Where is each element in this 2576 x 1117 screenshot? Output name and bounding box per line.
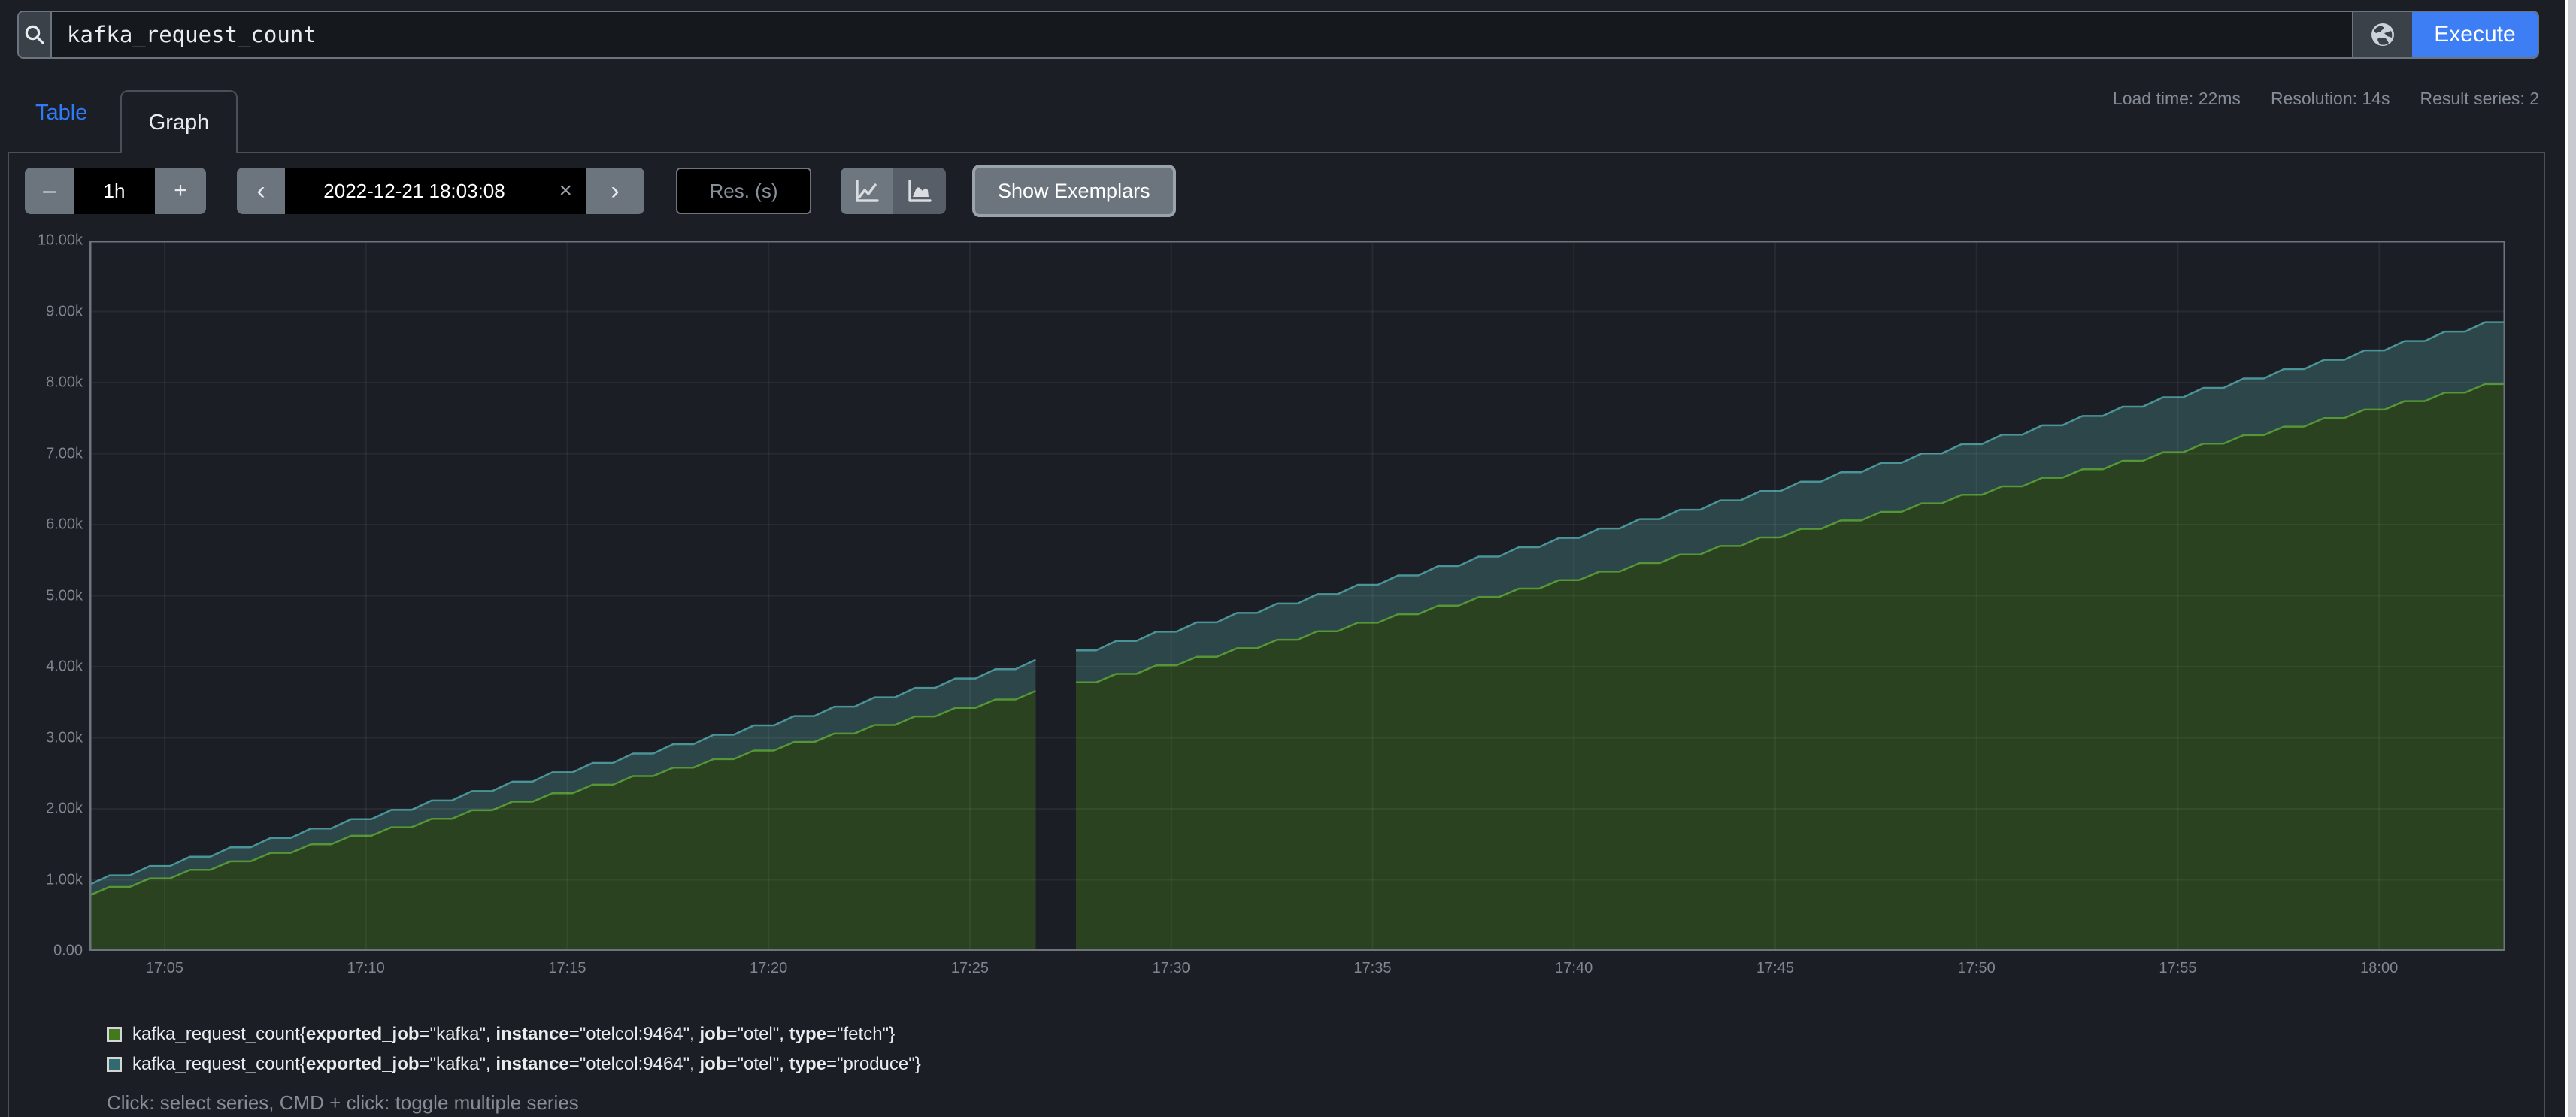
metrics-explorer-button[interactable]	[2352, 12, 2412, 57]
legend-hint: Click: select series, CMD + click: toggl…	[107, 1091, 579, 1115]
search-icon	[19, 12, 52, 57]
show-exemplars-button[interactable]: Show Exemplars	[972, 165, 1176, 217]
y-axis-label: 0.00	[15, 943, 83, 960]
graph-type-toggle	[841, 168, 946, 214]
tab-graph[interactable]: Graph	[120, 90, 238, 153]
x-axis-label: 17:20	[750, 960, 787, 977]
legend-item[interactable]: kafka_request_count{exported_job="kafka"…	[107, 1024, 921, 1045]
y-axis-label: 8.00k	[15, 374, 83, 392]
query-input[interactable]	[52, 12, 2352, 57]
execute-button[interactable]: Execute	[2412, 12, 2538, 57]
resolution: Resolution: 14s	[2271, 89, 2390, 109]
y-axis-label: 10.00k	[15, 232, 83, 250]
x-axis-label: 17:05	[146, 960, 183, 977]
range-input[interactable]	[74, 168, 155, 214]
y-axis-label: 7.00k	[15, 445, 83, 462]
range-decrease-button[interactable]: –	[25, 168, 74, 214]
end-time-control: ‹ × ›	[237, 168, 644, 214]
scrollbar-track[interactable]	[2565, 0, 2576, 1117]
graph-toolbar: – + ‹ × ›	[9, 153, 2544, 236]
stacked-chart-icon	[905, 177, 934, 205]
time-next-button[interactable]: ›	[586, 168, 644, 214]
globe-icon	[2366, 18, 2399, 51]
y-axis-label: 1.00k	[15, 871, 83, 888]
range-increase-button[interactable]: +	[155, 168, 206, 214]
graph-panel: – + ‹ × ›	[8, 152, 2545, 1117]
time-prev-button[interactable]: ‹	[237, 168, 285, 214]
query-stats: Load time: 22ms Resolution: 14s Result s…	[2113, 89, 2539, 109]
legend: kafka_request_count{exported_job="kafka"…	[107, 1024, 921, 1075]
y-axis-label: 3.00k	[15, 729, 83, 746]
legend-swatch-icon	[107, 1027, 122, 1042]
x-axis-label: 17:15	[548, 960, 586, 977]
y-axis-label: 4.00k	[15, 658, 83, 676]
clear-time-icon[interactable]: ×	[559, 180, 572, 202]
result-series: Result series: 2	[2420, 89, 2539, 109]
y-axis-label: 6.00k	[15, 516, 83, 534]
legend-series-label: kafka_request_count{exported_job="kafka"…	[132, 1024, 895, 1045]
range-control: – +	[25, 168, 206, 214]
end-time-input[interactable]	[285, 180, 586, 203]
scrollbar-thumb[interactable]	[2568, 0, 2576, 1117]
stacked-graph-toggle[interactable]	[893, 168, 946, 214]
x-axis-label: 17:40	[1555, 960, 1593, 977]
plot-area[interactable]	[89, 241, 2505, 951]
x-axis-label: 17:10	[347, 960, 385, 977]
y-axis-label: 9.00k	[15, 303, 83, 320]
x-axis-label: 17:35	[1353, 960, 1391, 977]
x-axis-label: 17:30	[1153, 960, 1190, 977]
legend-series-label: kafka_request_count{exported_job="kafka"…	[132, 1054, 921, 1075]
y-axis-label: 2.00k	[15, 801, 83, 818]
legend-item[interactable]: kafka_request_count{exported_job="kafka"…	[107, 1054, 921, 1075]
line-graph-toggle[interactable]	[841, 168, 893, 214]
x-axis-label: 18:00	[2360, 960, 2398, 977]
x-axis-label: 17:50	[1958, 960, 1996, 977]
query-bar: Execute	[17, 11, 2539, 59]
x-axis-label: 17:25	[951, 960, 989, 977]
load-time: Load time: 22ms	[2113, 89, 2241, 109]
y-axis-label: 5.00k	[15, 587, 83, 604]
x-axis-label: 17:45	[1756, 960, 1794, 977]
tab-table[interactable]: Table	[35, 101, 87, 126]
area-fetch	[89, 691, 1035, 951]
x-axis-label: 17:55	[2159, 960, 2196, 977]
resolution-input[interactable]	[676, 168, 811, 214]
legend-swatch-icon	[107, 1057, 122, 1072]
line-chart-icon	[853, 177, 881, 205]
